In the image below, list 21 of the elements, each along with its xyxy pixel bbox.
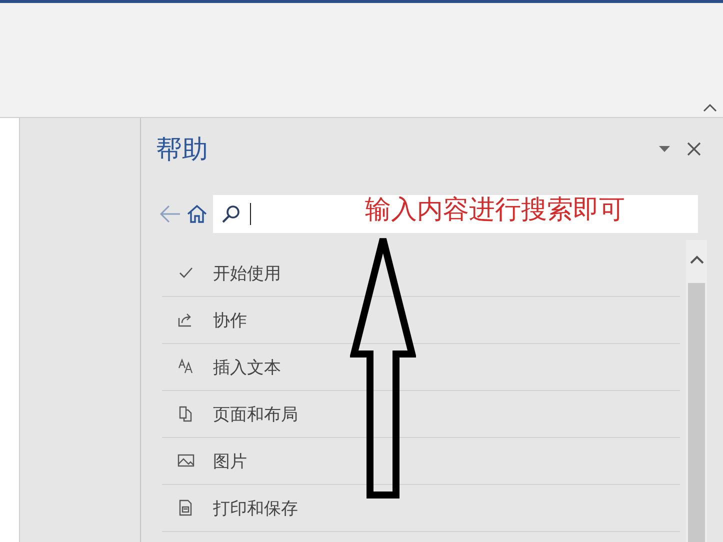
- topic-label[interactable]: 协作: [213, 308, 247, 332]
- scrollbar[interactable]: [686, 240, 707, 542]
- topic-item[interactable]: 插入文本: [162, 344, 680, 391]
- topic-label[interactable]: 页面和布局: [213, 402, 298, 426]
- topic-item[interactable]: 图片: [162, 438, 680, 485]
- topic-item[interactable]: 打印和保存: [162, 485, 680, 532]
- pane-title: 帮助: [156, 134, 209, 166]
- scroll-up-icon[interactable]: [690, 255, 704, 265]
- search-field[interactable]: [213, 195, 698, 233]
- topic-label[interactable]: 图片: [213, 450, 247, 472]
- search-icon: [221, 204, 241, 224]
- topic-item[interactable]: 页面和布局: [162, 391, 680, 438]
- topic-label[interactable]: 打印和保存: [213, 496, 298, 520]
- home-icon[interactable]: [186, 203, 208, 225]
- collapse-ribbon-icon[interactable]: [703, 103, 717, 113]
- annotation-text: 输入内容进行搜索即可: [365, 194, 625, 227]
- topic-label[interactable]: 插入文本: [213, 356, 281, 378]
- topic-item[interactable]: 开始使用: [162, 250, 680, 297]
- topic-label[interactable]: 开始使用: [213, 262, 281, 284]
- font-size-icon: [177, 358, 195, 376]
- topic-item[interactable]: 协作: [162, 297, 680, 344]
